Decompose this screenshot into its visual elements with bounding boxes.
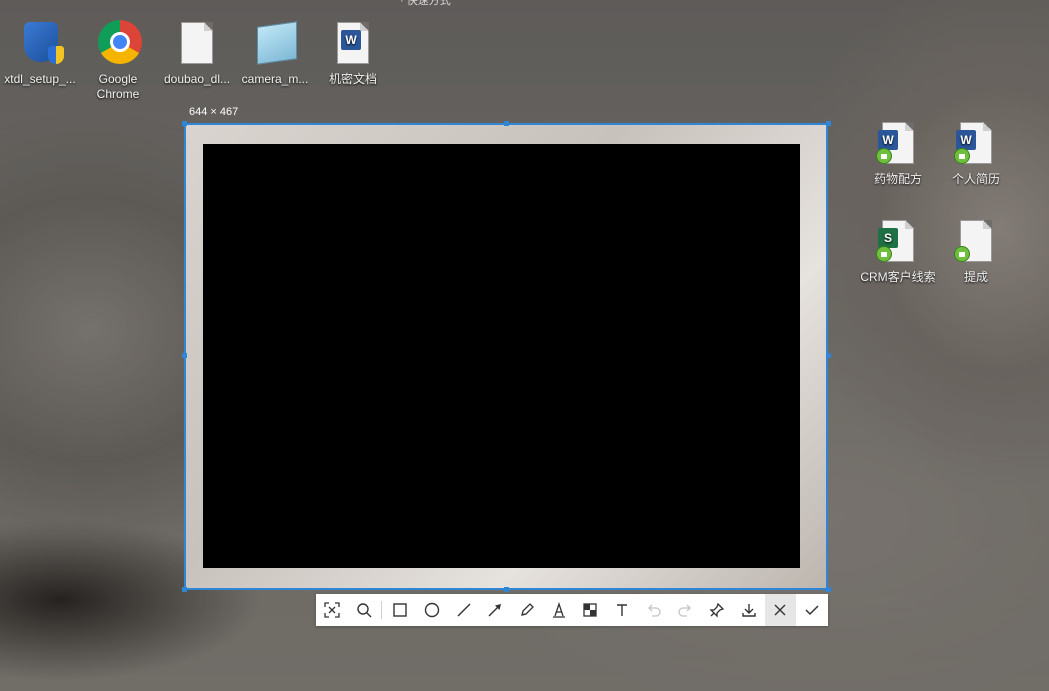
mosaic-tool-button[interactable] bbox=[574, 594, 606, 626]
desktop-icon-label: CRM客户线索 bbox=[860, 270, 936, 284]
arrow-tool-button[interactable] bbox=[479, 594, 511, 626]
pencil-tool-button[interactable] bbox=[511, 594, 543, 626]
redo-button[interactable] bbox=[670, 594, 702, 626]
highlighter-icon bbox=[552, 602, 565, 618]
auto-select-button[interactable] bbox=[316, 594, 348, 626]
word-document-icon: W bbox=[329, 20, 377, 68]
save-button[interactable] bbox=[733, 594, 765, 626]
desktop-icon-label: 个人简历 bbox=[951, 172, 1000, 186]
chrome-icon bbox=[94, 20, 142, 68]
line-tool-button[interactable] bbox=[448, 594, 480, 626]
text-tool-button[interactable] bbox=[606, 594, 638, 626]
desktop-icon-label: 提成 bbox=[963, 270, 988, 284]
rectangle-tool-button[interactable] bbox=[384, 594, 416, 626]
marker-tool-button[interactable] bbox=[543, 594, 575, 626]
redo-icon bbox=[678, 604, 692, 617]
desktop-icon-drug-formula[interactable]: W 药物配方 bbox=[858, 120, 938, 187]
resize-handle-top-left[interactable] bbox=[182, 121, 187, 126]
circle-icon bbox=[424, 602, 440, 618]
download-icon bbox=[742, 604, 756, 617]
pin-button[interactable] bbox=[701, 594, 733, 626]
resize-handle-bottom-left[interactable] bbox=[182, 587, 187, 592]
checkmark-icon bbox=[805, 605, 819, 616]
desktop-icon-crm-leads[interactable]: S CRM客户线索 bbox=[858, 218, 938, 285]
desktop-icon-label: doubao_dl... bbox=[163, 72, 231, 86]
text-document-locked-icon bbox=[952, 218, 1000, 266]
text-icon bbox=[617, 604, 628, 616]
desktop-icon-doubao[interactable]: doubao_dl... bbox=[157, 20, 237, 87]
resize-handle-right[interactable] bbox=[826, 353, 831, 358]
line-icon bbox=[457, 603, 471, 617]
word-document-locked-icon: W bbox=[952, 120, 1000, 168]
undo-button[interactable] bbox=[638, 594, 670, 626]
toolbar-separator bbox=[381, 601, 383, 619]
top-caption: · 快速方式 bbox=[400, 0, 451, 7]
rectangle-icon bbox=[393, 603, 407, 617]
ellipse-tool-button[interactable] bbox=[416, 594, 448, 626]
desktop-icon-google-chrome[interactable]: Google Chrome bbox=[78, 20, 158, 102]
desktop-icon-resume[interactable]: W 个人简历 bbox=[936, 120, 1016, 187]
shield-installer-icon bbox=[16, 20, 64, 68]
cancel-button[interactable] bbox=[764, 594, 797, 626]
confirm-button[interactable] bbox=[796, 594, 828, 626]
desktop-icon-label: 机密文档 bbox=[328, 72, 377, 86]
blank-document-icon bbox=[173, 20, 221, 68]
undo-icon bbox=[647, 604, 661, 617]
close-icon bbox=[774, 604, 786, 616]
scan-frame-icon bbox=[324, 602, 340, 618]
word-document-locked-icon: W bbox=[874, 120, 922, 168]
arrow-icon bbox=[488, 604, 502, 617]
resize-handle-bottom-right[interactable] bbox=[826, 587, 831, 592]
notepad-icon bbox=[251, 20, 299, 68]
desktop-icon-commission[interactable]: 提成 bbox=[936, 218, 1016, 285]
capture-size-label: 644 × 467 bbox=[189, 106, 239, 118]
spreadsheet-locked-icon: S bbox=[874, 218, 922, 266]
zoom-button[interactable] bbox=[348, 594, 380, 626]
pencil-icon bbox=[521, 603, 534, 616]
desktop-icon-confidential-doc[interactable]: W 机密文档 bbox=[313, 20, 393, 87]
desktop-icon-camera[interactable]: camera_m... bbox=[235, 20, 315, 87]
pin-icon bbox=[709, 602, 725, 618]
resize-handle-top[interactable] bbox=[504, 121, 509, 126]
magnifier-icon bbox=[356, 603, 372, 618]
captured-content-black-area bbox=[203, 144, 800, 568]
capture-toolbar bbox=[316, 594, 828, 626]
resize-handle-bottom[interactable] bbox=[504, 587, 509, 592]
desktop-icon-label: camera_m... bbox=[241, 72, 309, 86]
mosaic-icon bbox=[583, 603, 597, 617]
desktop-icon-xtdl-setup[interactable]: xtdl_setup_... bbox=[0, 20, 80, 87]
desktop-icon-label: xtdl_setup_... bbox=[4, 72, 76, 86]
resize-handle-top-right[interactable] bbox=[826, 121, 831, 126]
desktop-icon-label: Google Chrome bbox=[96, 72, 140, 101]
resize-handle-left[interactable] bbox=[182, 353, 187, 358]
desktop-icon-label: 药物配方 bbox=[873, 172, 922, 186]
